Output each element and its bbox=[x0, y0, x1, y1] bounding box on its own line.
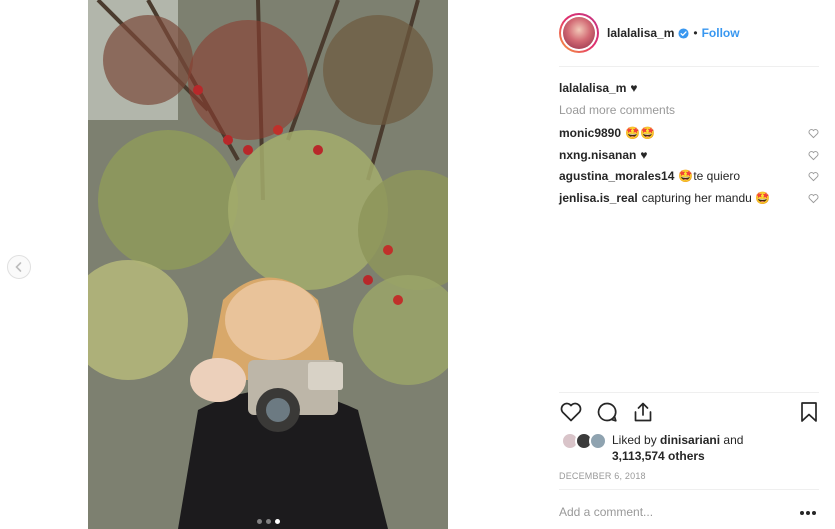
actions-divider bbox=[559, 392, 819, 393]
likes-summary: Liked by dinisariani and 3,113,574 other… bbox=[559, 430, 819, 464]
carousel-dot bbox=[265, 519, 271, 524]
likes-count[interactable]: 3,113,574 others bbox=[612, 449, 705, 463]
comment-username[interactable]: agustina_morales14 bbox=[559, 169, 674, 183]
comment-like-heart-icon[interactable] bbox=[808, 171, 819, 182]
avatar[interactable] bbox=[559, 13, 599, 53]
comment-row: monic9890 🤩🤩 bbox=[559, 125, 819, 141]
likes-prefix: Liked by bbox=[612, 433, 657, 447]
add-comment-input[interactable]: Add a comment... bbox=[559, 505, 653, 519]
comment-text: ♥ bbox=[640, 148, 648, 162]
follow-button[interactable]: Follow bbox=[702, 26, 740, 40]
post-username[interactable]: lalalalisa_m bbox=[607, 26, 674, 40]
more-options-icon[interactable] bbox=[798, 510, 818, 516]
bookmark-icon[interactable] bbox=[797, 400, 821, 424]
comment-username[interactable]: jenlisa.is_real bbox=[559, 191, 638, 205]
liker-avatars bbox=[561, 432, 609, 450]
caption: lalalalisa_m ♥ bbox=[559, 80, 819, 96]
comment-icon[interactable] bbox=[595, 400, 619, 424]
post-date[interactable]: DECEMBER 6, 2018 bbox=[559, 471, 646, 481]
load-more-comments-button[interactable]: Load more comments bbox=[559, 103, 675, 117]
carousel-dot bbox=[256, 519, 262, 524]
action-bar bbox=[559, 400, 819, 426]
carousel-dot-active bbox=[274, 519, 280, 524]
chevron-left-icon bbox=[15, 262, 22, 272]
post-header: lalalalisa_m • Follow bbox=[559, 13, 819, 53]
photo-illustration bbox=[88, 0, 448, 529]
avatar[interactable] bbox=[589, 432, 607, 450]
comment-text: capturing her mandu 🤩 bbox=[641, 191, 771, 205]
carousel-indicator bbox=[88, 519, 448, 524]
verified-badge-icon bbox=[678, 27, 689, 39]
comment-like-heart-icon[interactable] bbox=[808, 128, 819, 139]
liker-username[interactable]: dinisariani bbox=[660, 433, 720, 447]
likes-text: Liked by dinisariani and 3,113,574 other… bbox=[612, 432, 743, 464]
comment-row: agustina_morales14 🤩te quiero bbox=[559, 168, 819, 184]
comment-like-heart-icon[interactable] bbox=[808, 150, 819, 161]
share-icon[interactable] bbox=[631, 400, 655, 424]
likes-and: and bbox=[723, 433, 744, 447]
comment-box-divider bbox=[559, 489, 819, 490]
comment-like-heart-icon[interactable] bbox=[808, 193, 819, 204]
heart-icon[interactable] bbox=[559, 400, 583, 424]
caption-username[interactable]: lalalalisa_m bbox=[559, 81, 626, 95]
load-more-row: Load more comments bbox=[559, 102, 819, 118]
comment-username[interactable]: nxng.nisanan bbox=[559, 148, 636, 162]
comment-username[interactable]: monic9890 bbox=[559, 126, 621, 140]
comment-text: 🤩te quiero bbox=[678, 169, 741, 183]
comment-row: jenlisa.is_real capturing her mandu 🤩 bbox=[559, 190, 819, 206]
separator-dot: • bbox=[693, 26, 698, 40]
header-divider bbox=[559, 66, 819, 67]
comment-text: 🤩🤩 bbox=[625, 126, 655, 140]
post-side-panel: lalalalisa_m • Follow lalalalisa_m ♥ Loa… bbox=[559, 0, 819, 529]
caption-text: ♥ bbox=[630, 81, 638, 95]
avatar-image bbox=[563, 17, 595, 49]
previous-post-button[interactable] bbox=[7, 255, 31, 279]
comment-row: nxng.nisanan ♥ bbox=[559, 147, 819, 163]
post-photo[interactable] bbox=[88, 0, 448, 529]
